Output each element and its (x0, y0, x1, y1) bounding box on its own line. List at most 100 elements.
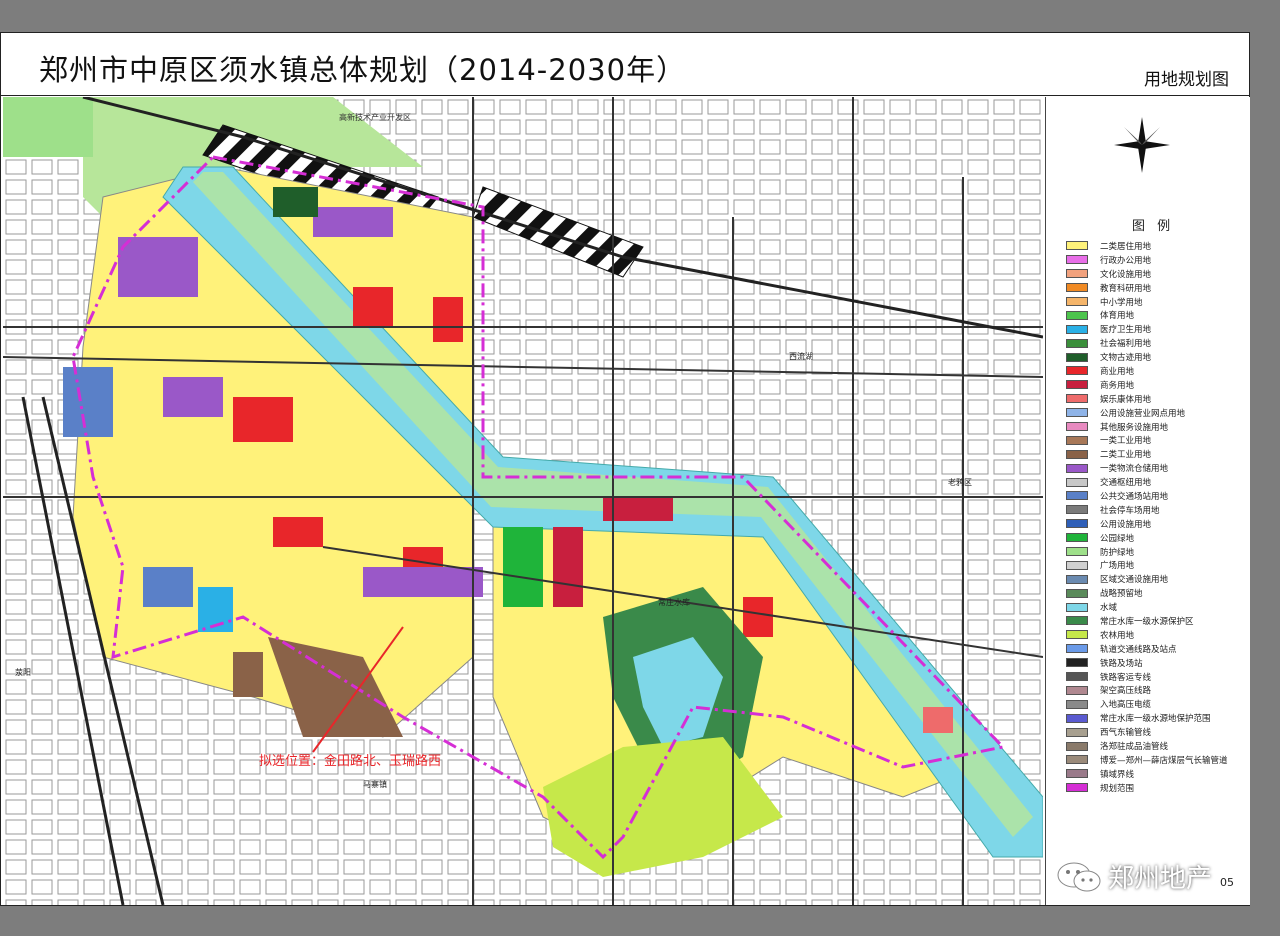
legend-label: 公用设施用地 (1100, 519, 1152, 530)
legend-swatch (1066, 519, 1088, 529)
legend-item: 常庄水库一级水源地保护范围 (1066, 711, 1228, 725)
legend-swatch (1066, 408, 1088, 418)
legend-label: 轨道交通线路及站点 (1100, 644, 1177, 655)
legend-item: 战略预留地 (1066, 586, 1228, 600)
legend-item: 交通枢纽用地 (1066, 475, 1228, 489)
legend-label: 规划范围 (1100, 783, 1135, 794)
legend-item: 体育用地 (1066, 308, 1228, 322)
legend-item: 架空高压线路 (1066, 684, 1228, 698)
legend-swatch (1066, 352, 1088, 362)
commercial-block (233, 397, 293, 442)
sheet-name: 用地规划图 (1144, 70, 1229, 90)
legend-label: 中小学用地 (1100, 297, 1143, 308)
business-block (553, 527, 583, 607)
legend-label: 医疗卫生用地 (1100, 325, 1152, 336)
legend-swatch (1066, 560, 1088, 570)
legend-item: 区域交通设施用地 (1066, 572, 1228, 586)
legend-label: 镇域界线 (1100, 769, 1135, 780)
legend-swatch (1066, 477, 1088, 487)
legend-item: 铁路及场站 (1066, 656, 1228, 670)
map-sheet: 郑州市中原区须水镇总体规划（2014-2030年） 用地规划图 高新技术产业开发… (0, 32, 1250, 906)
legend-item: 一类工业用地 (1066, 433, 1228, 447)
entertainment-block (923, 707, 953, 733)
legend-label: 一类物流仓储用地 (1100, 464, 1169, 475)
wechat-icon (1057, 862, 1101, 891)
green-belt-corner (3, 97, 93, 157)
legend-swatch (1066, 380, 1088, 390)
commercial-block (433, 297, 463, 342)
legend-swatch (1066, 505, 1088, 515)
legend-swatch (1066, 699, 1088, 709)
legend-item: 一类物流仓储用地 (1066, 461, 1228, 475)
legend-swatch (1066, 463, 1088, 473)
legend-swatch (1066, 630, 1088, 640)
legend-item: 行政办公用地 (1066, 253, 1228, 267)
legend-label: 水域 (1100, 603, 1118, 614)
legend-swatch (1066, 616, 1088, 626)
legend-swatch (1066, 602, 1088, 612)
legend-item: 商务用地 (1066, 378, 1228, 392)
legend-label: 教育科研用地 (1100, 283, 1152, 294)
legend-list: 二类居住用地 行政办公用地 文化设施用地 教育科研用地 中小学用地 体育用地 医疗卫生用地社… (1066, 239, 1228, 795)
legend-item: 二类工业用地 (1066, 447, 1228, 461)
legend-item: 公共交通场站用地 (1066, 489, 1228, 503)
legend-label: 公共交通场站用地 (1100, 491, 1169, 502)
legend-swatch (1066, 685, 1088, 695)
legend-label: 文物古迹用地 (1100, 353, 1152, 364)
legend-item: 博爱—郑州—薛店煤层气长输管道 (1066, 753, 1228, 767)
watermark-text: 郑州地产 (1108, 864, 1213, 894)
legend-swatch (1066, 769, 1088, 779)
commercial-block (273, 517, 323, 547)
legend-label: 广场用地 (1100, 561, 1135, 572)
legend-item: 镇域界线 (1066, 767, 1228, 781)
legend-swatch (1066, 310, 1088, 320)
legend-title: 图 例 (1132, 219, 1175, 234)
park-block (503, 527, 543, 607)
label-laoya: 老鸦区 (948, 477, 972, 487)
legend-swatch (1066, 491, 1088, 501)
legend-item: 铁路客运专线 (1066, 670, 1228, 684)
legend-swatch (1066, 727, 1088, 737)
legend-label: 博爱—郑州—薛店煤层气长输管道 (1100, 755, 1228, 766)
logistics-block (118, 237, 198, 297)
logistics-block (163, 377, 223, 417)
title-bar: 郑州市中原区须水镇总体规划（2014-2030年） 用地规划图 (1, 33, 1249, 96)
legend-label: 架空高压线路 (1100, 686, 1152, 697)
label-xingyang: 荥阳 (15, 667, 31, 677)
legend-swatch (1066, 644, 1088, 654)
legend-item: 医疗卫生用地 (1066, 322, 1228, 336)
legend-label: 洛郑驻成品油管线 (1100, 742, 1169, 752)
legend-swatch (1066, 755, 1088, 765)
legend-item: 其他服务设施用地 (1066, 420, 1228, 434)
legend-item: 洛郑驻成品油管线 (1066, 739, 1228, 753)
legend-item: 农林用地 (1066, 628, 1228, 642)
legend-label: 二类工业用地 (1100, 450, 1152, 461)
commercial-block (743, 597, 773, 637)
legend-swatch (1066, 533, 1088, 543)
legend-label: 社会停车场用地 (1100, 505, 1160, 516)
label-tech-zone: 高新技术产业开发区 (339, 112, 411, 122)
map-canvas: 高新技术产业开发区 拟选位置：金田路北、玉瑞路西 常庄水库 老鸦区 西流湖 马寨… (3, 97, 1043, 905)
legend-label: 商务用地 (1100, 380, 1135, 391)
industrial-block (233, 652, 263, 697)
legend-label: 铁路客运专线 (1100, 672, 1152, 683)
legend-swatch (1066, 422, 1088, 432)
north-arrow-icon (1114, 117, 1170, 173)
legend-item: 文物古迹用地 (1066, 350, 1228, 364)
legend-item: 教育科研用地 (1066, 281, 1228, 295)
legend-item: 社会福利用地 (1066, 336, 1228, 350)
legend-item: 西气东输管线 (1066, 725, 1228, 739)
label-site: 拟选位置：金田路北、玉瑞路西 (259, 753, 441, 769)
logistics-block (313, 207, 393, 237)
legend-item: 文化设施用地 (1066, 267, 1228, 281)
legend-label: 常庄水库一级水源保护区 (1100, 616, 1194, 627)
legend-swatch (1066, 255, 1088, 265)
legend-label: 西气东输管线 (1100, 728, 1152, 739)
legend-swatch (1066, 588, 1088, 598)
legend-item: 公用设施用地 (1066, 517, 1228, 531)
legend-label: 一类工业用地 (1100, 436, 1152, 447)
legend-label: 社会福利用地 (1100, 339, 1152, 350)
legend-label: 行政办公用地 (1100, 255, 1152, 266)
legend-label: 区域交通设施用地 (1100, 575, 1169, 586)
legend-label: 交通枢纽用地 (1100, 478, 1152, 489)
